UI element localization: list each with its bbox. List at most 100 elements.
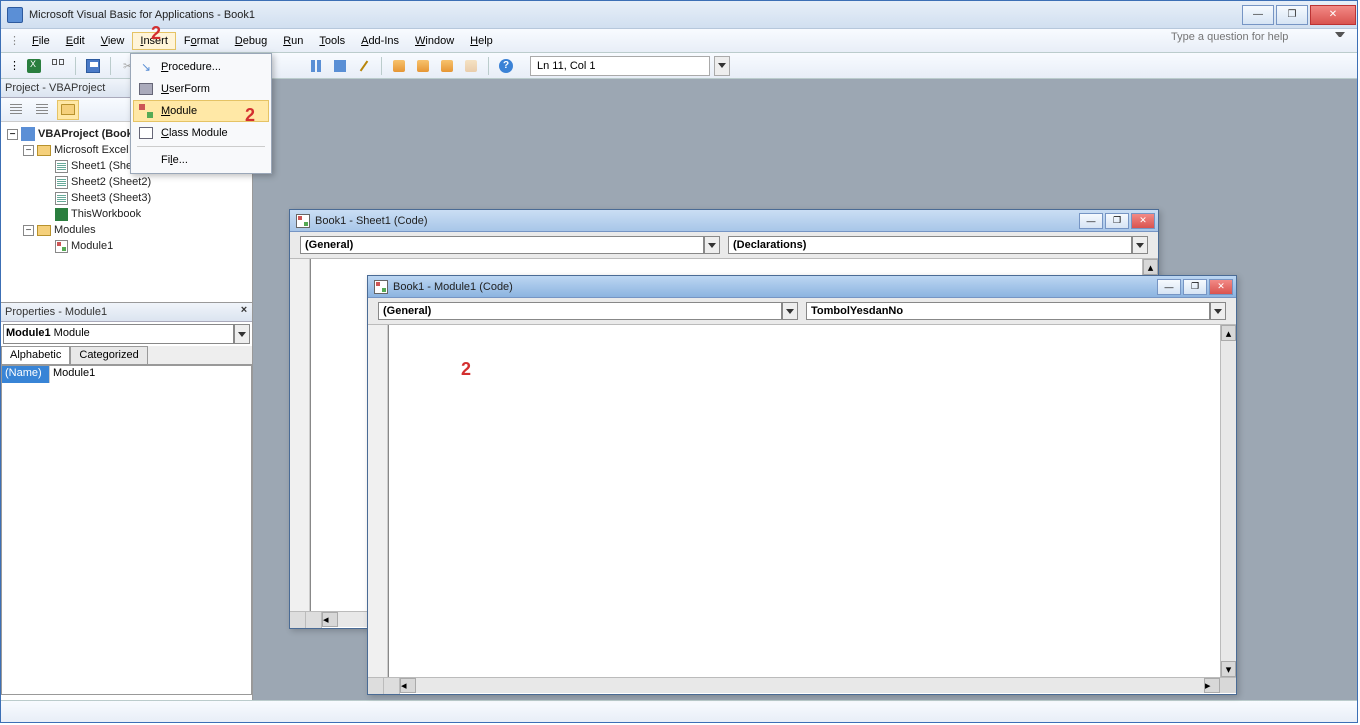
child-titlebar[interactable]: Book1 - Sheet1 (Code) — ❐ ✕ <box>290 210 1158 232</box>
property-name: (Name) <box>2 366 50 383</box>
code-window-module1[interactable]: Book1 - Module1 (Code) — ❐ ✕ (General) T… <box>367 275 1237 695</box>
menu-addins[interactable]: Add-Ins <box>353 32 407 50</box>
menu-item-userform[interactable]: UserForm <box>133 78 269 100</box>
menu-item-class-module[interactable]: Class Module <box>133 122 269 144</box>
chevron-down-icon[interactable] <box>234 324 250 344</box>
child-minimize-button[interactable]: — <box>1157 279 1181 295</box>
chevron-down-icon[interactable] <box>1132 236 1148 254</box>
property-value[interactable]: Module1 <box>50 366 251 383</box>
code-margin <box>368 325 388 677</box>
minimize-button[interactable]: — <box>1242 5 1274 25</box>
properties-pane-close-button[interactable]: × <box>236 304 252 320</box>
menu-item-file[interactable]: File... <box>133 149 269 171</box>
properties-pane-header: Properties - Module1 × <box>1 303 252 322</box>
view-code-button[interactable] <box>5 100 27 120</box>
design-mode-button[interactable] <box>354 56 374 76</box>
sheet-icon <box>55 176 68 189</box>
menu-item-module[interactable]: Module <box>133 100 269 122</box>
toolbar-grip-icon: ⋮ <box>9 59 20 72</box>
maximize-button[interactable]: ❐ <box>1276 5 1308 25</box>
object-dropdown[interactable]: (General) <box>300 236 720 254</box>
userform-icon <box>139 83 153 95</box>
horizontal-scrollbar[interactable]: ◂▸ <box>400 678 1220 693</box>
properties-window-button[interactable] <box>413 56 433 76</box>
chevron-down-icon[interactable] <box>704 236 720 254</box>
collapse-icon[interactable]: − <box>23 225 34 236</box>
properties-grid[interactable]: (Name) Module1 <box>1 365 252 695</box>
properties-icon <box>417 60 429 72</box>
menu-insert[interactable]: Insert <box>132 32 176 50</box>
code-icon <box>374 280 388 294</box>
menu-debug[interactable]: Debug <box>227 32 275 50</box>
menu-run[interactable]: Run <box>275 32 311 50</box>
reset-button[interactable] <box>330 56 350 76</box>
procedure-view-button[interactable] <box>368 678 384 694</box>
full-module-view-button[interactable] <box>306 612 322 628</box>
child-titlebar[interactable]: Book1 - Module1 (Code) — ❐ ✕ <box>368 276 1236 298</box>
menu-grip-icon: ⋮ <box>9 34 20 47</box>
full-module-view-button[interactable] <box>384 678 400 694</box>
excel-icon <box>27 59 41 73</box>
break-button[interactable] <box>306 56 326 76</box>
scroll-up-button[interactable]: ▴ <box>1143 259 1158 275</box>
menu-view[interactable]: View <box>93 32 133 50</box>
vertical-scrollbar[interactable]: ▴ ▾ <box>1220 325 1236 677</box>
toolbox-button[interactable] <box>461 56 481 76</box>
save-button[interactable] <box>83 56 103 76</box>
view-excel-button[interactable] <box>24 56 44 76</box>
tree-item-sheet3[interactable]: Sheet3 (Sheet3) <box>3 190 250 206</box>
folder-icon <box>61 104 75 115</box>
menu-tools[interactable]: Tools <box>311 32 353 50</box>
chevron-down-icon[interactable] <box>1335 32 1345 42</box>
tree-item-thisworkbook[interactable]: ThisWorkbook <box>3 206 250 222</box>
project-explorer-button[interactable] <box>389 56 409 76</box>
list-icon <box>10 104 22 116</box>
collapse-icon[interactable]: − <box>7 129 18 140</box>
chevron-down-icon[interactable] <box>782 302 798 320</box>
cursor-position-dropdown[interactable] <box>714 56 730 76</box>
collapse-icon[interactable]: − <box>23 145 34 156</box>
child-close-button[interactable]: ✕ <box>1209 279 1233 295</box>
object-browser-button[interactable] <box>437 56 457 76</box>
child-maximize-button[interactable]: ❐ <box>1183 279 1207 295</box>
form-icon <box>36 104 48 116</box>
help-search-input[interactable] <box>1171 31 1331 43</box>
menu-item-procedure[interactable]: ↘ Procedure... <box>133 56 269 78</box>
close-button[interactable]: ✕ <box>1310 5 1356 25</box>
child-maximize-button[interactable]: ❐ <box>1105 213 1129 229</box>
child-minimize-button[interactable]: — <box>1079 213 1103 229</box>
view-object-button[interactable] <box>31 100 53 120</box>
menu-edit[interactable]: Edit <box>58 32 93 50</box>
scroll-up-button[interactable]: ▴ <box>1221 325 1236 341</box>
object-dropdown[interactable]: (General) <box>378 302 798 320</box>
separator <box>381 57 382 75</box>
tab-alphabetic[interactable]: Alphabetic <box>1 346 70 364</box>
menu-file[interactable]: File <box>24 32 58 50</box>
procedure-dropdown[interactable]: (Declarations) <box>728 236 1148 254</box>
menu-window[interactable]: Window <box>407 32 462 50</box>
separator <box>488 57 489 75</box>
tree-item-module1[interactable]: Module1 <box>3 238 250 254</box>
menu-help[interactable]: Help <box>462 32 501 50</box>
child-close-button[interactable]: ✕ <box>1131 213 1155 229</box>
procedure-dropdown[interactable]: TombolYesdanNo <box>806 302 1226 320</box>
properties-object-selector[interactable]: Module1 Module <box>3 324 250 344</box>
toggle-folders-button[interactable] <box>57 100 79 120</box>
chevron-down-icon[interactable] <box>1210 302 1226 320</box>
toolbox-icon <box>465 60 477 72</box>
tree-folder-modules[interactable]: − Modules <box>3 222 250 238</box>
menu-format[interactable]: Format <box>176 32 227 50</box>
split-icon <box>51 59 65 73</box>
pencil-icon <box>360 60 369 71</box>
procedure-view-button[interactable] <box>290 612 306 628</box>
pause-icon <box>311 60 321 72</box>
tree-item-sheet2[interactable]: Sheet2 (Sheet2) <box>3 174 250 190</box>
help-button[interactable]: ? <box>496 56 516 76</box>
scroll-down-button[interactable]: ▾ <box>1221 661 1236 677</box>
code-editor[interactable]: ▴ ▾ <box>368 325 1236 677</box>
app-icon <box>7 7 23 23</box>
tab-categorized[interactable]: Categorized <box>70 346 147 364</box>
insert-dropdown-button[interactable] <box>48 56 68 76</box>
help-search[interactable] <box>1171 31 1345 43</box>
property-row-name[interactable]: (Name) Module1 <box>2 366 251 383</box>
